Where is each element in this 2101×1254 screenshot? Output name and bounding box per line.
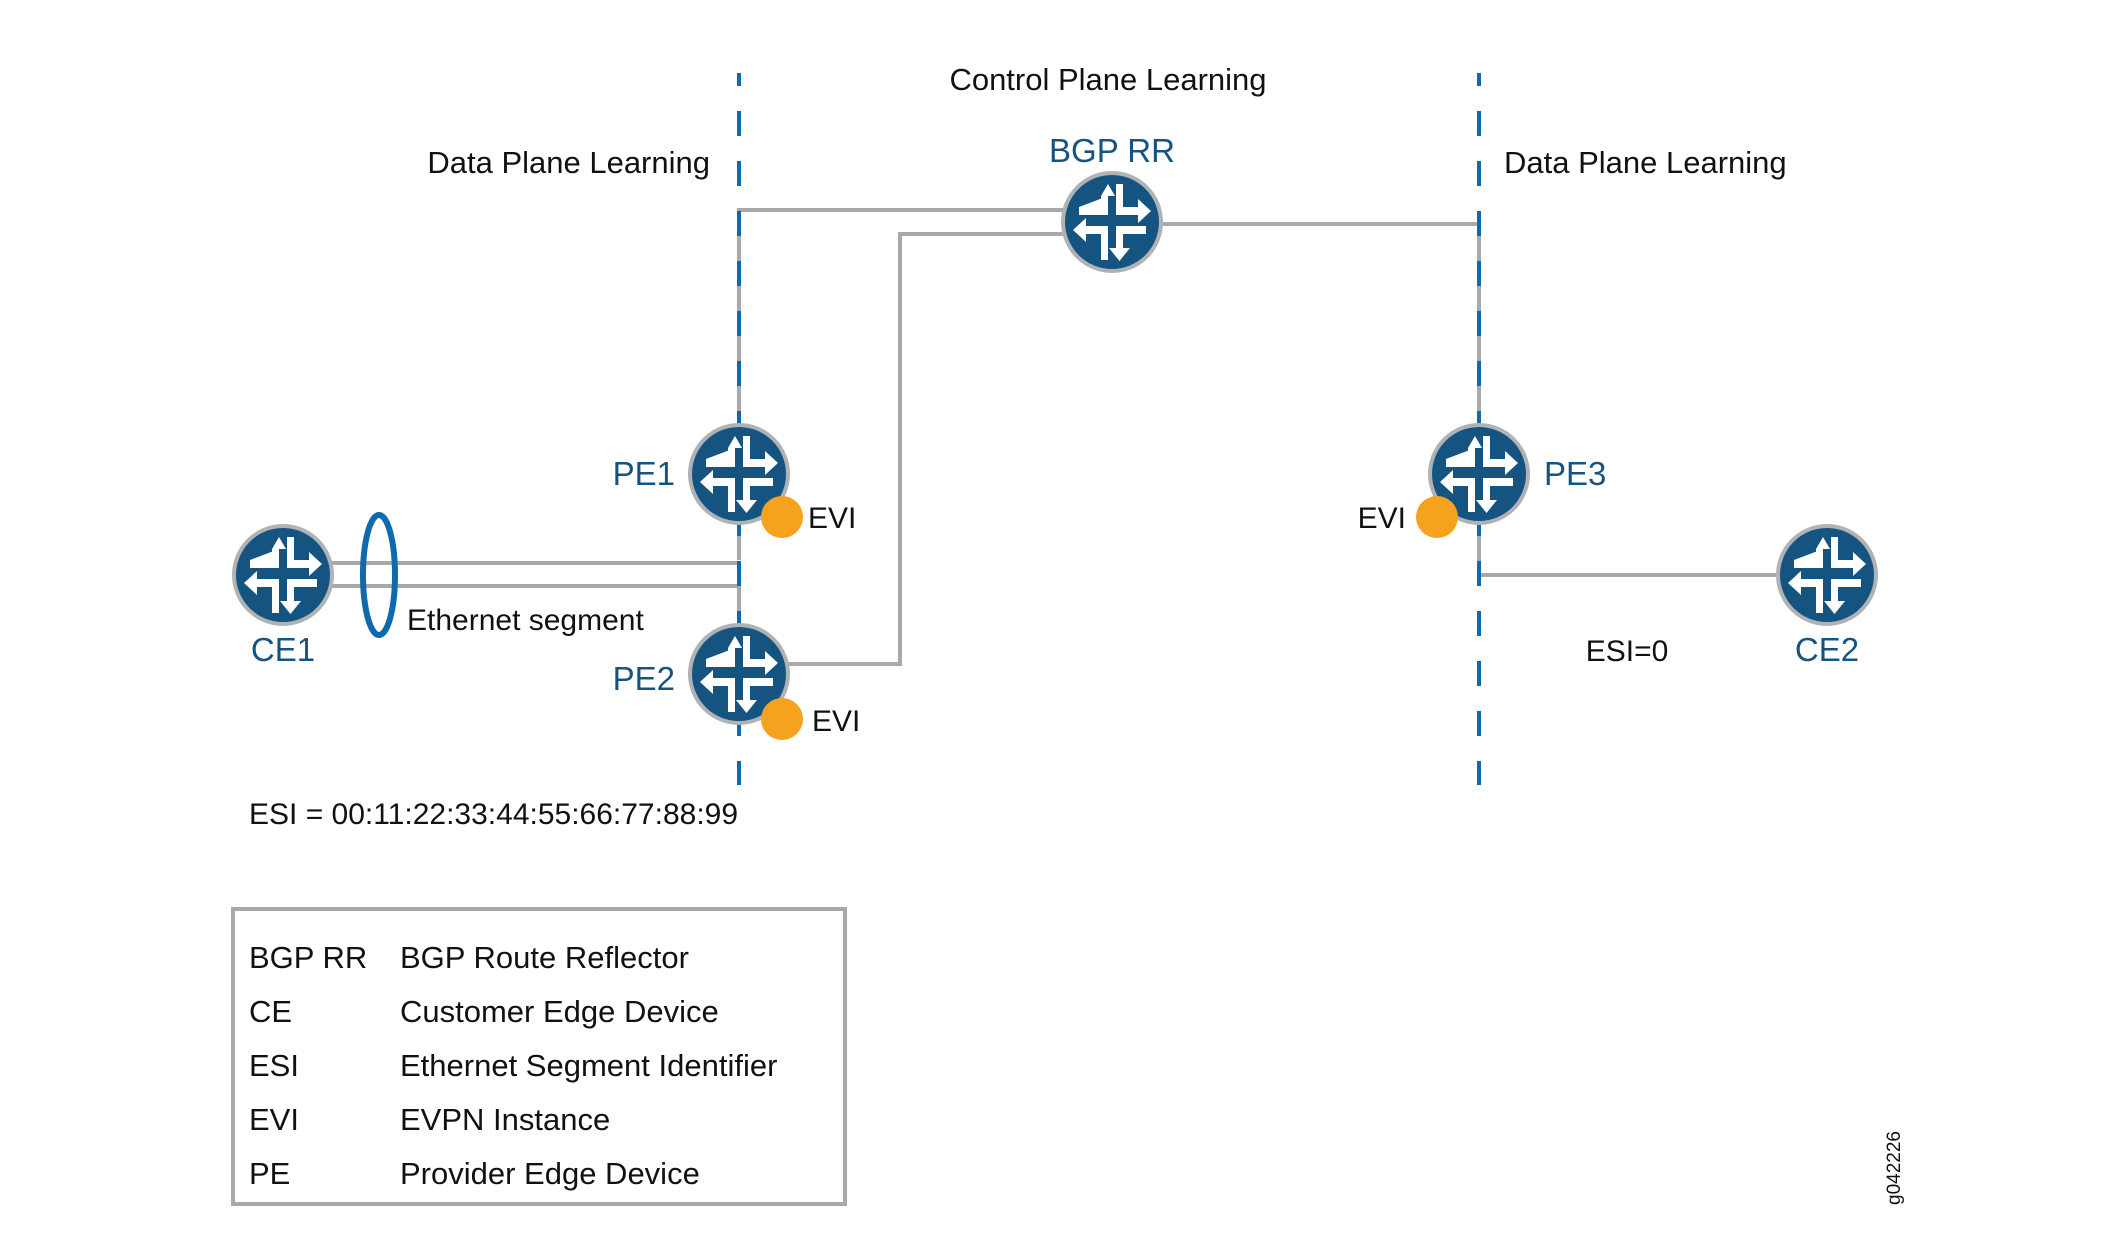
- router-icon: [232, 524, 334, 626]
- device-label-pe1: PE1: [613, 455, 675, 492]
- legend-abbr: PE: [249, 1156, 290, 1191]
- device-bgp-rr[interactable]: BGP RR: [1049, 132, 1175, 273]
- device-pe1[interactable]: PE1 EVI: [613, 423, 857, 538]
- device-label-bgp-rr: BGP RR: [1049, 132, 1175, 169]
- legend-abbr: EVI: [249, 1102, 299, 1137]
- ethernet-segment-label: Ethernet segment: [407, 604, 644, 637]
- router-icon: [1061, 171, 1163, 273]
- device-pe2[interactable]: PE2 EVI: [613, 623, 861, 740]
- evi-icon: [761, 698, 803, 740]
- device-ce2[interactable]: CE2: [1776, 524, 1878, 668]
- link-rr-pe2: [786, 232, 1064, 666]
- device-pe3[interactable]: PE3 EVI: [1358, 423, 1607, 538]
- figure-id: g042226: [1884, 1131, 1905, 1205]
- legend-row: BGP RR BGP Route Reflector: [249, 940, 689, 975]
- legend-meaning: Provider Edge Device: [400, 1156, 700, 1191]
- evi-label-pe3: EVI: [1358, 502, 1406, 535]
- region-label-data-plane-left: Data Plane Learning: [427, 145, 710, 180]
- legend: BGP RR BGP Route Reflector CE Customer E…: [231, 907, 847, 1206]
- legend-meaning: EVPN Instance: [400, 1102, 610, 1137]
- device-ce1[interactable]: CE1: [232, 524, 334, 668]
- legend-meaning: BGP Route Reflector: [400, 940, 689, 975]
- device-label-pe3: PE3: [1544, 455, 1606, 492]
- esi-multihomed-label: ESI = 00:11:22:33:44:55:66:77:88:99: [249, 798, 738, 831]
- esi-zero-label: ESI=0: [1586, 635, 1669, 668]
- device-label-ce1: CE1: [251, 631, 315, 668]
- evpn-diagram: Control Plane Learning Data Plane Learni…: [231, 62, 1905, 1206]
- device-label-ce2: CE2: [1795, 631, 1859, 668]
- device-label-pe2: PE2: [613, 660, 675, 697]
- ethernet-segment-icon: [360, 512, 398, 638]
- evi-label-pe1: EVI: [808, 502, 856, 535]
- evi-label-pe2: EVI: [812, 705, 860, 738]
- region-label-data-plane-right: Data Plane Learning: [1504, 145, 1787, 180]
- legend-abbr: BGP RR: [249, 940, 367, 975]
- router-icon: [1776, 524, 1878, 626]
- legend-meaning: Customer Edge Device: [400, 994, 719, 1029]
- legend-abbr: CE: [249, 994, 292, 1029]
- region-label-control-plane: Control Plane Learning: [949, 62, 1266, 97]
- legend-meaning: Ethernet Segment Identifier: [400, 1048, 777, 1083]
- evi-icon: [761, 496, 803, 538]
- legend-abbr: ESI: [249, 1048, 299, 1083]
- evi-icon: [1416, 496, 1458, 538]
